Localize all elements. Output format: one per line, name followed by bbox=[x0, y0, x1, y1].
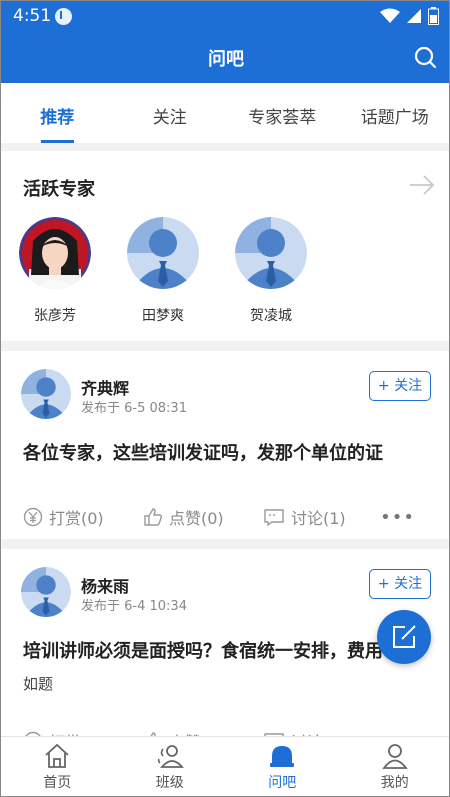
app-screen: 4:51 问吧 推荐 关注 专家荟萃 话题广场 活跃专家 张彦芳 田梦爽 贺凌城… bbox=[0, 0, 450, 797]
nav-label: 首页 bbox=[43, 775, 72, 791]
compose-button[interactable] bbox=[377, 610, 431, 664]
user-icon bbox=[381, 744, 408, 769]
nav-wenba[interactable]: 问吧 bbox=[226, 737, 339, 796]
expert-item[interactable]: 田梦爽 bbox=[123, 217, 203, 325]
status-bar: 4:51 bbox=[1, 1, 449, 33]
avatar[interactable] bbox=[21, 369, 71, 419]
author-name: 齐典辉 bbox=[81, 379, 130, 398]
follow-button[interactable]: + 关注 bbox=[369, 569, 431, 599]
follow-label: 关注 bbox=[394, 378, 423, 394]
follow-label: 关注 bbox=[394, 576, 423, 592]
post-actions: 打赏(0) 点赞(0) 讨论(1) ••• bbox=[1, 505, 449, 535]
page-title: 问吧 bbox=[208, 49, 244, 70]
discuss-label: 讨论(1) bbox=[291, 509, 346, 528]
expert-name: 贺凌城 bbox=[250, 308, 292, 324]
bell-icon bbox=[270, 746, 295, 767]
avatar bbox=[235, 217, 307, 289]
expert-name: 张彦芳 bbox=[34, 308, 76, 324]
tab-following[interactable]: 关注 bbox=[114, 83, 227, 143]
bottom-nav: 首页 班级 问吧 我的 bbox=[1, 736, 450, 796]
nav-mine[interactable]: 我的 bbox=[339, 737, 450, 796]
section-title: 活跃专家 bbox=[23, 179, 95, 200]
discuss-button[interactable]: 讨论(1) bbox=[263, 505, 346, 529]
post-time: 发布于 6-4 10:34 bbox=[81, 599, 187, 614]
avatar bbox=[127, 217, 199, 289]
nav-home[interactable]: 首页 bbox=[1, 737, 114, 796]
signal-icon bbox=[407, 9, 421, 23]
arrow-right-icon[interactable] bbox=[409, 175, 435, 195]
nav-label: 问吧 bbox=[268, 775, 297, 791]
post-description: 如题 bbox=[23, 675, 54, 693]
thumbs-up-icon bbox=[144, 508, 163, 526]
like-button[interactable]: 点赞(0) bbox=[143, 505, 224, 529]
post-time: 发布于 6-5 08:31 bbox=[81, 401, 187, 416]
tab-experts[interactable]: 专家荟萃 bbox=[226, 83, 339, 143]
reward-icon bbox=[23, 507, 43, 527]
expert-item[interactable]: 张彦芳 bbox=[15, 217, 95, 325]
home-icon bbox=[45, 743, 69, 768]
expert-item[interactable]: 贺凌城 bbox=[231, 217, 311, 325]
expert-name: 田梦爽 bbox=[142, 308, 184, 324]
nav-label: 我的 bbox=[380, 775, 409, 791]
post-title[interactable]: 培训讲师必须是面授吗？食宿统一安排，费用 bbox=[23, 637, 437, 663]
plus-icon: + bbox=[377, 378, 395, 394]
follow-button[interactable]: + 关注 bbox=[369, 371, 431, 401]
post-title[interactable]: 各位专家，这些培训发证吗，发那个单位的证 bbox=[23, 439, 437, 465]
class-icon bbox=[157, 745, 184, 768]
search-icon[interactable] bbox=[413, 45, 437, 69]
nav-class[interactable]: 班级 bbox=[114, 737, 227, 796]
download-icon bbox=[55, 8, 72, 25]
edit-icon bbox=[393, 625, 416, 648]
like-label: 点赞(0) bbox=[169, 509, 224, 528]
plus-icon: + bbox=[377, 576, 395, 592]
battery-icon bbox=[428, 7, 439, 25]
avatar[interactable] bbox=[21, 567, 71, 617]
reward-label: 打赏(0) bbox=[49, 509, 104, 528]
status-time: 4:51 bbox=[13, 6, 52, 26]
nav-label: 班级 bbox=[155, 775, 184, 791]
app-header: 问吧 bbox=[1, 33, 449, 83]
tab-topics[interactable]: 话题广场 bbox=[339, 83, 450, 143]
reward-button[interactable]: 打赏(0) bbox=[23, 505, 104, 529]
author-name: 杨来雨 bbox=[81, 577, 130, 596]
active-experts-section: 活跃专家 张彦芳 田梦爽 贺凌城 bbox=[1, 151, 449, 341]
post-card[interactable]: 齐典辉 发布于 6-5 08:31 + 关注 各位专家，这些培训发证吗，发那个单… bbox=[1, 351, 449, 539]
comment-icon bbox=[264, 509, 284, 527]
more-icon[interactable]: ••• bbox=[380, 507, 415, 528]
avatar bbox=[19, 217, 91, 289]
tab-recommend[interactable]: 推荐 bbox=[1, 83, 114, 143]
category-tabs: 推荐 关注 专家荟萃 话题广场 bbox=[1, 83, 450, 143]
wifi-icon bbox=[380, 8, 400, 23]
